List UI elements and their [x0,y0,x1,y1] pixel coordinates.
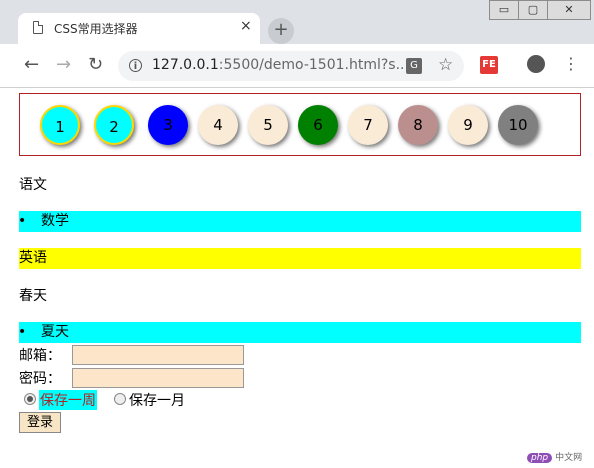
new-tab-button[interactable]: + [268,18,294,44]
watermark: php 中文网 [527,450,582,463]
bookmark-star-icon[interactable]: ☆ [438,55,453,75]
reload-icon[interactable]: ↻ [88,54,103,75]
circle-item: 2 [94,105,134,145]
circle-item: 10 [498,105,538,145]
address-bar[interactable]: i 127.0.0.1:5500/demo-1501.html?s... G ☆ [118,51,464,81]
circle-item: 8 [398,105,438,145]
tab-title: CSS常用选择器 [54,22,138,36]
email-label: 邮箱： [19,348,61,364]
subject-math: 数学 [18,211,581,232]
radio-month[interactable] [114,393,126,405]
menu-icon[interactable]: ⋮ [563,54,579,73]
extension-icon[interactable]: FE [480,56,498,74]
page-icon [33,21,43,34]
radio-week[interactable] [24,393,36,405]
maximize-icon[interactable]: ▢ [518,0,548,20]
login-button[interactable]: 登录 [19,412,61,433]
subject-english: 英语 [19,248,581,269]
browser-tab[interactable]: CSS常用选择器 × [18,13,260,44]
password-label: 密码： [19,371,61,387]
circle-list: 1 2 3 4 5 6 7 8 9 10 [19,93,581,156]
browser-titlebar: CSS常用选择器 × + ▭ ▢ ✕ [0,0,594,44]
circle-item: 6 [298,105,338,145]
circle-item: 3 [148,105,188,145]
back-icon[interactable]: ← [24,54,39,75]
circle-item: 5 [248,105,288,145]
close-tab-icon[interactable]: × [240,18,252,34]
circle-item: 7 [348,105,388,145]
translate-icon[interactable]: G [406,58,422,74]
site-info-icon[interactable]: i [129,59,142,72]
radio-month-label: 保存一月 [129,393,185,409]
password-field[interactable] [72,368,244,388]
minimize-icon[interactable]: ▭ [489,0,519,20]
close-window-icon[interactable]: ✕ [547,0,591,20]
radio-week-label: 保存一周 [39,390,97,410]
url-text: 127.0.0.1:5500/demo-1501.html?s... [152,57,409,73]
circle-item: 9 [448,105,488,145]
profile-icon[interactable] [527,55,545,73]
season-spring: 春天 [19,288,47,304]
circle-item: 4 [198,105,238,145]
page-content: 1 2 3 4 5 6 7 8 9 10 语文 数学 英语 春天 夏天 邮箱： … [0,88,594,468]
circle-item: 1 [40,105,80,145]
subject-chinese: 语文 [19,177,47,193]
email-field[interactable] [72,345,244,365]
season-summer: 夏天 [18,322,581,343]
forward-icon[interactable]: → [56,54,71,75]
browser-toolbar: ← → ↻ i 127.0.0.1:5500/demo-1501.html?s.… [0,44,594,88]
